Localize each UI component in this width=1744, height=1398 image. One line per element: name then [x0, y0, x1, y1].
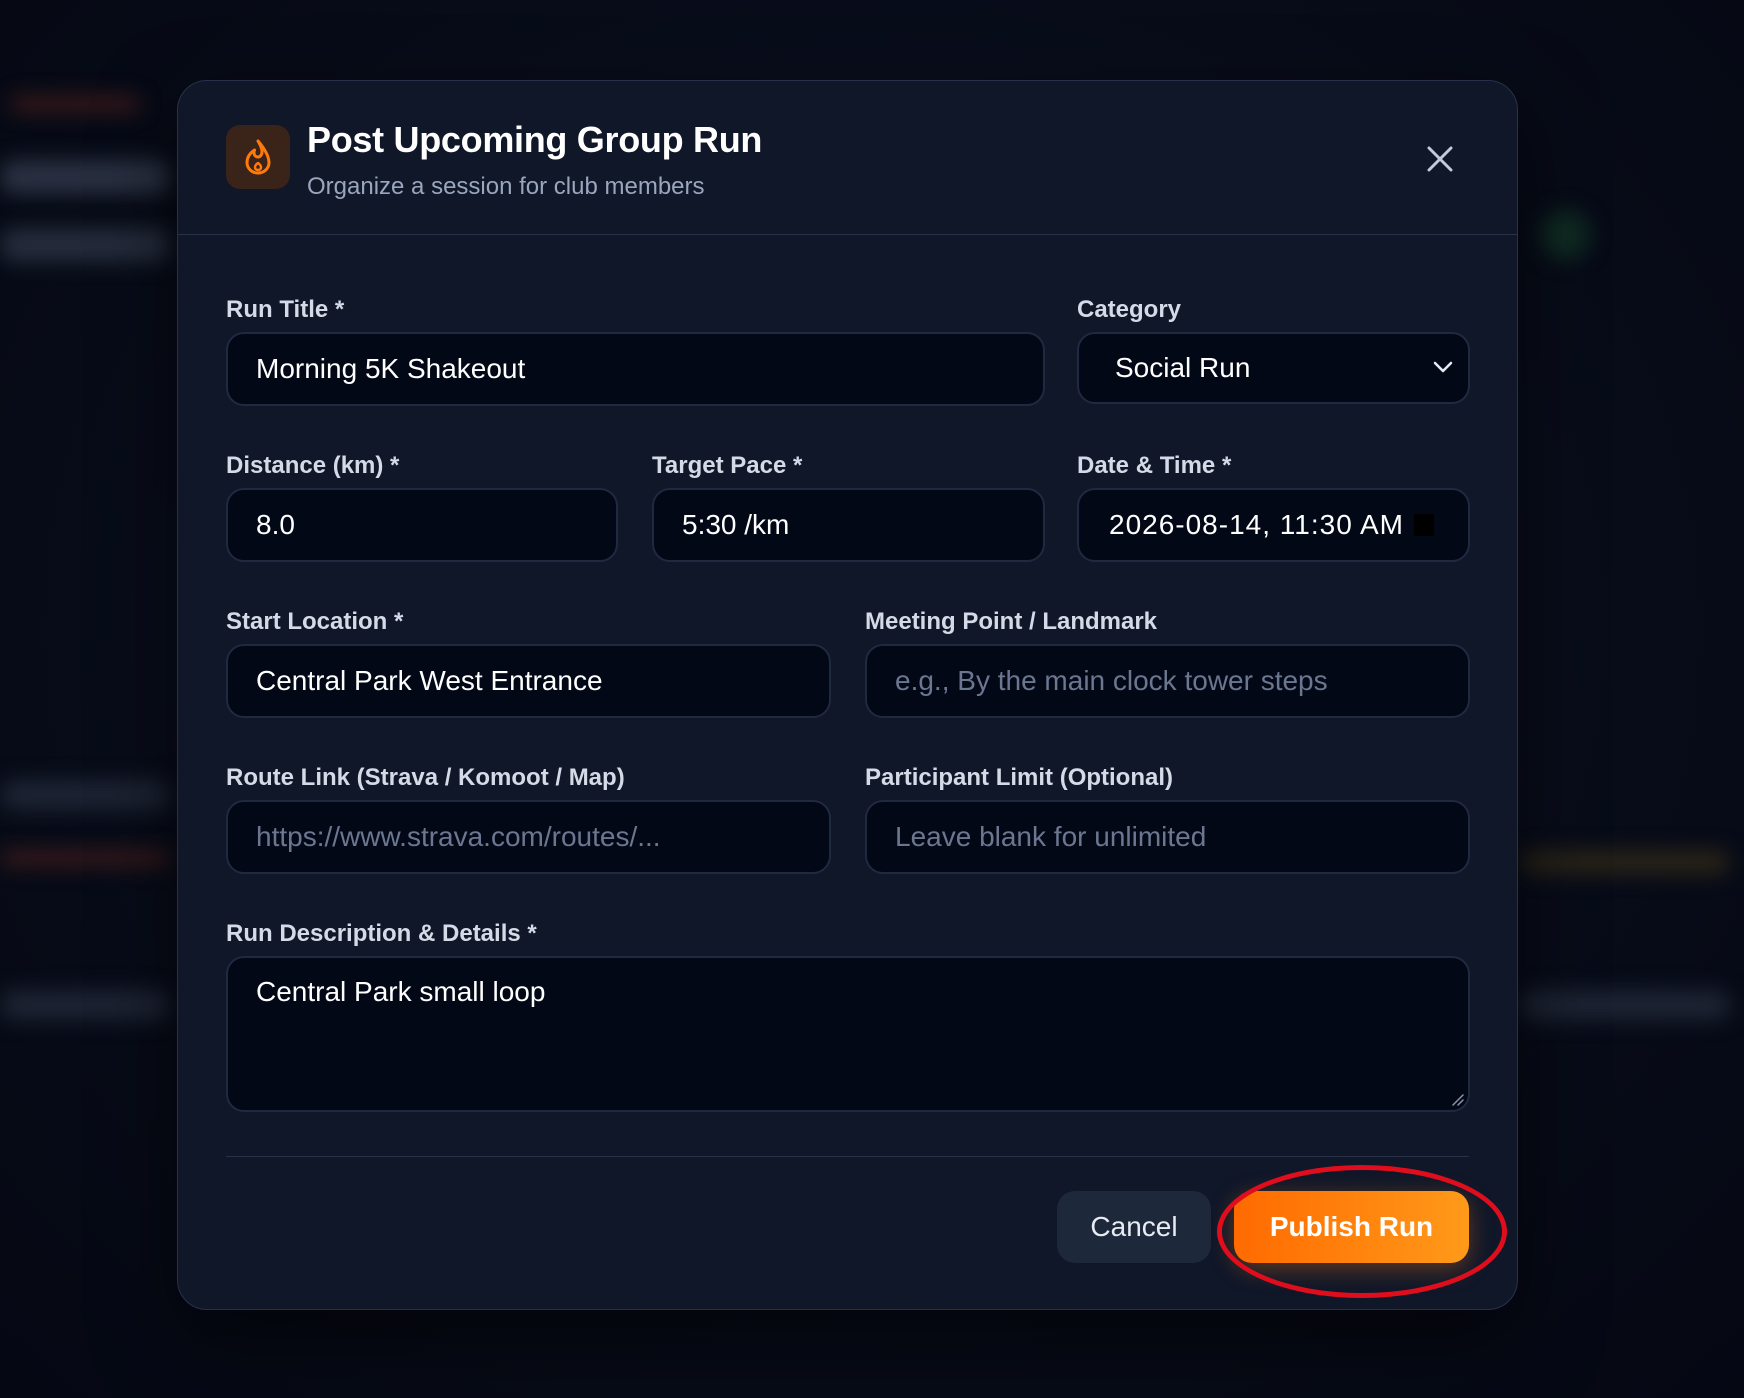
post-run-modal: Post Upcoming Group Run Organize a sessi…: [177, 80, 1518, 1310]
run-title-input[interactable]: Morning 5K Shakeout: [226, 332, 1045, 406]
target-pace-label: Target Pace *: [652, 452, 803, 479]
close-button[interactable]: [1418, 137, 1462, 181]
background-blur: [0, 228, 170, 262]
participant-limit-input[interactable]: Leave blank for unlimited: [865, 800, 1470, 874]
meeting-point-label: Meeting Point / Landmark: [865, 608, 1158, 635]
category-value: Social Run: [1115, 352, 1251, 383]
date-time-value: 2026-08-14, 11:30 AM: [1109, 509, 1405, 540]
start-location-input[interactable]: Central Park West Entrance: [226, 644, 831, 718]
meeting-point-input[interactable]: e.g., By the main clock tower steps: [865, 644, 1470, 718]
target-pace-value: 5:30 /km: [682, 509, 790, 540]
background-blur: [0, 850, 170, 866]
footer-divider: [226, 1156, 1469, 1157]
description-textarea[interactable]: Central Park small loop: [226, 956, 1470, 1112]
target-pace-input[interactable]: 5:30 /km: [652, 488, 1045, 562]
run-title-value: Morning 5K Shakeout: [256, 353, 526, 384]
background-blur: [1540, 210, 1590, 260]
chevron-down-icon: [1433, 361, 1453, 373]
date-time-input[interactable]: 2026-08-14, 11:30 AM: [1077, 488, 1470, 562]
background-blur: [0, 160, 170, 194]
description-value: Central Park small loop: [256, 976, 546, 1007]
participant-limit-label: Participant Limit (Optional): [865, 764, 1174, 791]
date-time-label: Date & Time *: [1077, 452, 1232, 479]
distance-value: 8.0: [256, 509, 295, 540]
route-link-placeholder: https://www.strava.com/routes/...: [256, 821, 661, 852]
route-link-label: Route Link (Strava / Komoot / Map): [226, 764, 625, 791]
description-label: Run Description & Details *: [226, 920, 537, 947]
resize-handle-icon[interactable]: [1450, 1092, 1464, 1106]
start-location-label: Start Location *: [226, 608, 404, 635]
modal-header: Post Upcoming Group Run Organize a sessi…: [178, 81, 1517, 235]
meeting-point-placeholder: e.g., By the main clock tower steps: [895, 665, 1328, 696]
distance-label: Distance (km) *: [226, 452, 400, 479]
category-select[interactable]: Social Run: [1077, 332, 1470, 404]
background-blur: [1520, 850, 1730, 874]
start-location-value: Central Park West Entrance: [256, 665, 603, 696]
flame-icon: [226, 125, 290, 189]
route-link-input[interactable]: https://www.strava.com/routes/...: [226, 800, 831, 874]
distance-input[interactable]: 8.0: [226, 488, 618, 562]
background-blur: [10, 96, 140, 112]
modal-subtitle: Organize a session for club members: [307, 173, 705, 200]
background-blur: [0, 780, 170, 810]
background-blur: [0, 990, 170, 1020]
modal-title: Post Upcoming Group Run: [307, 119, 763, 160]
run-title-label: Run Title *: [226, 296, 345, 323]
category-label: Category: [1077, 296, 1182, 323]
cancel-button[interactable]: Cancel: [1057, 1191, 1211, 1263]
close-icon: [1427, 146, 1453, 172]
participant-limit-placeholder: Leave blank for unlimited: [895, 821, 1207, 852]
background-blur: [1520, 990, 1730, 1020]
publish-run-button[interactable]: Publish Run: [1234, 1191, 1469, 1263]
calendar-icon[interactable]: [1414, 514, 1434, 536]
